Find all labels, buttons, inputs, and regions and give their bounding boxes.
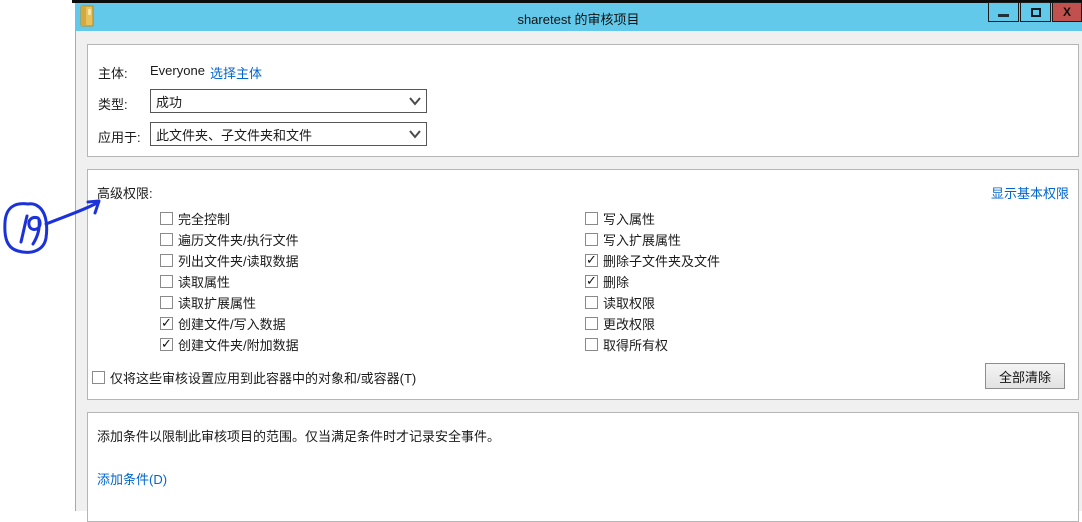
permission-label: 列出文件夹/读取数据 [178,254,299,269]
dialog-body: 主体: Everyone 选择主体 类型: 成功 应用于: 此文件夹、子文件夹和… [75,31,1082,522]
handwritten-annotation: 19 [3,199,101,281]
chevron-down-icon [409,97,421,106]
permissions-column-right: ✓ 写入属性 ✓ 写入扩展属性 ✓ 删除子文件夹及文件 ✓ [585,208,720,355]
applies-to-dropdown-value: 此文件夹、子文件夹和文件 [156,127,313,143]
checkbox: ✓ [585,212,598,225]
permission-label: 完全控制 [178,212,231,227]
maximize-button[interactable] [1020,2,1051,22]
condition-description: 添加条件以限制此审核项目的范围。仅当满足条件时才记录安全事件。 [97,429,501,444]
permission-label: 删除 [603,275,630,290]
clear-all-button[interactable]: 全部清除 [985,363,1065,389]
permission-checkbox-row[interactable]: ✓ 读取扩展属性 [160,292,299,313]
condition-section: 添加条件以限制此审核项目的范围。仅当满足条件时才记录安全事件。 添加条件(D) [87,412,1079,522]
add-condition-link[interactable]: 添加条件(D) [97,469,167,488]
permission-checkbox-row[interactable]: ✓ 遍历文件夹/执行文件 [160,229,299,250]
titlebar[interactable]: sharetest 的审核项目 X [75,2,1082,31]
type-label: 类型: [98,97,128,112]
applies-to-label: 应用于: [98,130,141,145]
type-dropdown-value: 成功 [156,94,183,110]
permission-label: 写入属性 [603,212,656,227]
annotation-digit-1 [19,214,29,244]
annotation-arrow-shaft [44,201,99,226]
permission-label: 读取权限 [603,296,656,311]
applies-to-dropdown[interactable]: 此文件夹、子文件夹和文件 [150,122,427,146]
permission-checkbox-row[interactable]: ✓ 写入扩展属性 [585,229,720,250]
annotation-digit-9 [27,216,42,246]
show-basic-permissions-link[interactable]: 显示基本权限 [991,183,1069,202]
maximize-icon [1030,7,1041,17]
principal-label: 主体: [98,66,128,81]
checkbox: ✓ [160,233,173,246]
permission-label: 取得所有权 [603,338,669,353]
permission-checkbox-row[interactable]: ✓ 列出文件夹/读取数据 [160,250,299,271]
permission-checkbox-row[interactable]: ✓ 删除子文件夹及文件 [585,250,720,271]
permission-label: 创建文件夹/附加数据 [178,338,299,353]
checkbox: ✓ [160,275,173,288]
permission-checkbox-row[interactable]: ✓ 创建文件夹/附加数据 [160,334,299,355]
permission-checkbox-row[interactable]: ✓ 读取权限 [585,292,720,313]
permissions-column-left: ✓ 完全控制 ✓ 遍历文件夹/执行文件 ✓ 列出文件夹/读取数据 ✓ [160,208,299,355]
advanced-permissions-section: 高级权限: 显示基本权限 ✓ 完全控制 ✓ 遍历文件夹/执行文件 ✓ [87,169,1079,400]
chevron-down-icon [409,130,421,139]
checkbox: ✓ [585,252,598,267]
checkbox: ✓ [585,338,598,351]
type-dropdown[interactable]: 成功 [150,89,427,113]
close-button[interactable]: X [1052,2,1082,22]
permission-label: 遍历文件夹/执行文件 [178,233,299,248]
checkbox: ✓ [92,371,105,384]
checkbox: ✓ [160,254,173,267]
apply-to-container-checkbox[interactable]: ✓ 仅将这些审核设置应用到此容器中的对象和/或容器(T) [92,367,416,388]
permission-checkbox-row[interactable]: ✓ 删除 [585,271,720,292]
close-icon: X [1062,5,1071,19]
permission-checkbox-row[interactable]: ✓ 写入属性 [585,208,720,229]
apply-to-container-label: 仅将这些审核设置应用到此容器中的对象和/或容器(T) [110,371,417,386]
permission-label: 更改权限 [603,317,656,332]
permission-label: 创建文件/写入数据 [178,317,286,332]
permission-label: 读取扩展属性 [178,296,257,311]
window-title: sharetest 的审核项目 [517,12,640,27]
select-principal-link[interactable]: 选择主体 [210,63,262,82]
principal-value: Everyone [150,63,205,78]
permission-label: 写入扩展属性 [603,233,682,248]
permission-checkbox-row[interactable]: ✓ 完全控制 [160,208,299,229]
checkbox: ✓ [160,315,173,330]
checkbox: ✓ [585,317,598,330]
permission-checkbox-row[interactable]: ✓ 读取属性 [160,271,299,292]
annotation-number: 19 [60,279,62,281]
checkbox: ✓ [160,212,173,225]
minimize-button[interactable] [988,2,1019,22]
checkbox: ✓ [585,233,598,246]
checkbox: ✓ [585,296,598,309]
caption-buttons: X [987,2,1082,22]
checkbox: ✓ [160,296,173,309]
permission-label: 删除子文件夹及文件 [603,254,721,269]
permission-checkbox-row[interactable]: ✓ 取得所有权 [585,334,720,355]
audit-entry-dialog: sharetest 的审核项目 X 主体: Everyone 选择主体 类型: … [72,0,1082,522]
checkbox: ✓ [160,336,173,351]
principal-section: 主体: Everyone 选择主体 类型: 成功 应用于: 此文件夹、子文件夹和… [87,44,1079,157]
permission-checkbox-row[interactable]: ✓ 创建文件/写入数据 [160,313,299,334]
permission-label: 读取属性 [178,275,231,290]
minimize-icon [998,13,1009,17]
checkbox: ✓ [585,273,598,288]
permission-checkbox-row[interactable]: ✓ 更改权限 [585,313,720,334]
